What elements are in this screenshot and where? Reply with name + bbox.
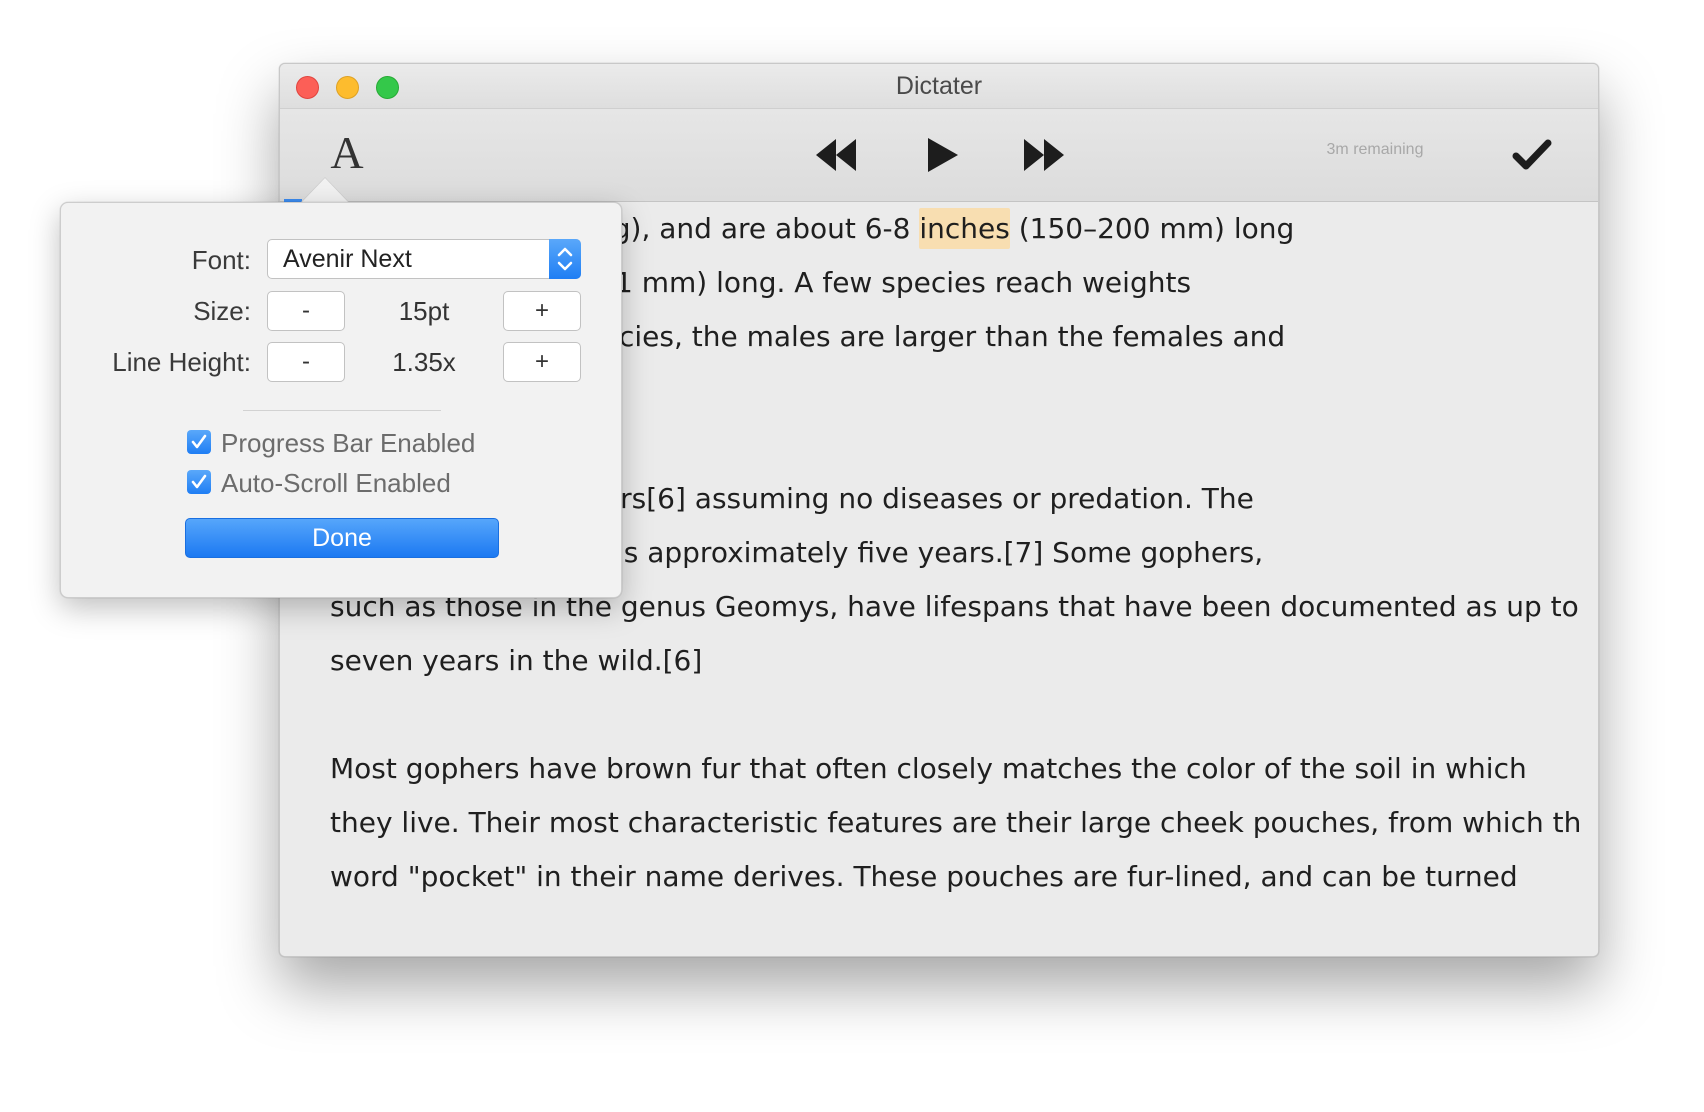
text-segment: word "pocket" in their name derives. The… [330,860,1518,893]
desktop: Dictater A 3m remaining nd 0.5 pounds (2… [0,0,1704,1112]
progress-bar-checkbox-label: Progress Bar Enabled [221,428,476,458]
popover-arrow [301,178,349,203]
font-select-value: Avenir Next [283,245,412,273]
line-height-value: 1.35x [392,347,456,377]
toolbar: A 3m remaining [280,109,1598,202]
done-button[interactable]: Done [185,518,499,558]
font-settings-button[interactable]: A [322,123,372,183]
line-height-label: Line Height: [112,347,251,377]
font-label: Font: [191,245,251,275]
finish-button[interactable] [1510,135,1554,175]
size-value: 15pt [398,296,450,326]
auto-scroll-checkbox-label: Auto-Scroll Enabled [221,468,451,498]
checkbox-checked-icon [187,470,211,494]
time-remaining: 3m remaining [1326,141,1424,158]
divider [243,410,441,411]
rewind-icon [816,139,856,171]
text-line: word "pocket" in their name derives. The… [330,850,1580,904]
font-settings-popover: Font: Avenir Next Size: - 15pt + Line He… [60,202,622,598]
current-word-highlight: inches [919,208,1010,249]
line-height-increase-button[interactable]: + [503,342,581,382]
text-line: seven years in the wild.[6] [330,634,1580,688]
paragraph: Most gophers have brown fur that often c… [330,742,1580,904]
text-line: Most gophers have brown fur that often c… [330,742,1580,796]
size-decrease-button[interactable]: - [267,291,345,331]
window-title: Dictater [895,72,983,100]
font-icon: A [330,127,364,178]
checkmark-icon [1512,139,1552,170]
fast-forward-button[interactable] [1016,133,1072,177]
fast-forward-icon [1024,139,1064,171]
text-segment: seven years in the wild.[6] [330,644,703,677]
text-segment: Most gophers have brown fur that often c… [330,752,1527,785]
line-height-decrease-button[interactable]: - [267,342,345,382]
size-increase-button[interactable]: + [503,291,581,331]
checkbox-checked-icon [187,430,211,454]
text-line: they live. Their most characteristic fea… [330,796,1580,850]
title-bar: Dictater [280,64,1598,109]
select-stepper-icon [549,239,581,279]
play-button[interactable] [914,133,970,177]
rewind-button[interactable] [810,133,866,177]
text-segment: they live. Their most characteristic fea… [330,806,1580,839]
size-label: Size: [193,296,251,326]
font-select[interactable]: Avenir Next [267,239,581,279]
text-segment: (150–200 mm) long [1009,212,1295,245]
play-icon [928,138,958,172]
